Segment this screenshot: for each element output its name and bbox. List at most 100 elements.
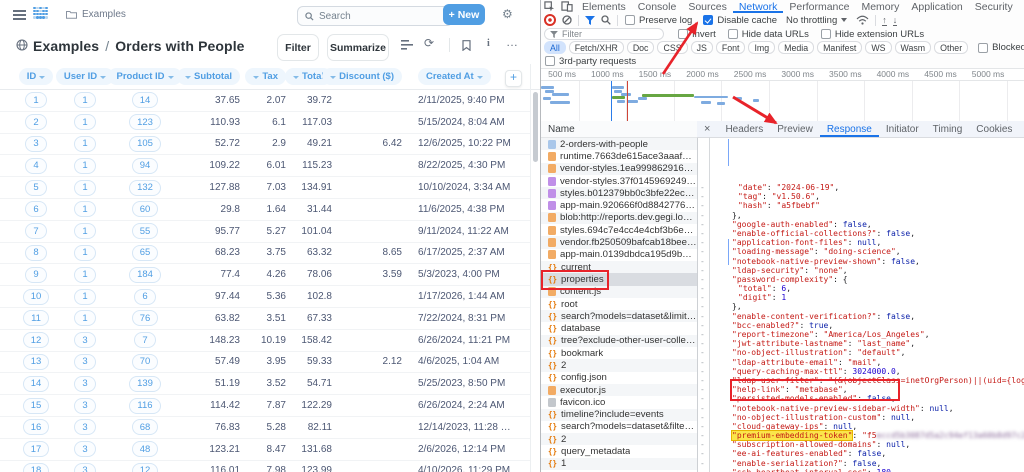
- column-header-pill[interactable]: Subtotal: [177, 68, 240, 85]
- id-pill[interactable]: 2: [25, 114, 47, 131]
- more-options-icon[interactable]: …: [506, 35, 519, 49]
- id-pill[interactable]: 60: [131, 201, 159, 218]
- type-filter-js[interactable]: JS: [690, 41, 713, 54]
- id-pill[interactable]: 68: [131, 419, 159, 436]
- id-pill[interactable]: 11: [23, 310, 49, 327]
- network-request-row[interactable]: {} config.json: [541, 372, 697, 384]
- throttling-dropdown[interactable]: No throttling: [786, 15, 848, 26]
- id-pill[interactable]: 48: [131, 441, 159, 458]
- id-pill[interactable]: 6: [134, 288, 156, 305]
- export-har-icon[interactable]: ↓: [892, 15, 898, 26]
- network-request-row[interactable]: {}tree?exclude-other-user-collections=t…: [541, 334, 697, 348]
- id-pill[interactable]: 65: [131, 244, 159, 261]
- table-row[interactable]: 9 1 184 77.4 4.26 78.06 3.59 5/3/2023, 4:00 PM: [0, 264, 530, 287]
- table-row[interactable]: 14 3 139 51.19 3.52 54.71 5/25/2023, 8:50 PM: [0, 373, 530, 396]
- devtools-tab-security[interactable]: Security: [969, 0, 1019, 13]
- id-pill[interactable]: 4: [25, 157, 47, 174]
- id-pill[interactable]: 1: [74, 92, 96, 109]
- table-row[interactable]: 5 1 132 127.88 7.03 134.91 10/10/2024, 3:34 AM: [0, 177, 530, 199]
- add-column-button[interactable]: +: [505, 70, 522, 87]
- network-request-row[interactable]: {}search?models=dataset&filter_items_…: [541, 421, 697, 433]
- table-row[interactable]: 4 1 94 109.22 6.01 115.23 8/22/2025, 4:30 PM: [0, 155, 530, 178]
- network-request-row[interactable]: {} 2: [541, 359, 697, 372]
- id-pill[interactable]: 12: [131, 462, 159, 472]
- devtools-tab-application[interactable]: Application: [905, 0, 968, 13]
- network-filter-input[interactable]: Filter: [544, 28, 664, 40]
- network-request-row[interactable]: favicon.ico: [541, 396, 697, 408]
- network-request-row[interactable]: {} search?models=dataset&limit=1: [541, 310, 697, 323]
- type-filter-manifest[interactable]: Manifest: [817, 41, 863, 54]
- detail-tab-cookies[interactable]: Cookies: [969, 121, 1019, 137]
- id-pill[interactable]: 1: [74, 310, 96, 327]
- id-pill[interactable]: 1: [74, 157, 96, 174]
- id-pill[interactable]: 5: [25, 179, 47, 196]
- table-row[interactable]: 11 1 76 63.82 3.51 67.33 7/22/2024, 8:31 PM: [0, 308, 530, 330]
- id-pill[interactable]: 14: [22, 375, 50, 392]
- id-pill[interactable]: 94: [131, 157, 159, 174]
- id-pill[interactable]: 3: [25, 135, 47, 152]
- new-button[interactable]: + New: [443, 4, 485, 25]
- id-pill[interactable]: 70: [131, 353, 159, 370]
- bookmark-icon[interactable]: [462, 40, 471, 51]
- id-pill[interactable]: 3: [74, 375, 96, 392]
- table-row[interactable]: 7 1 55 95.77 5.27 101.04 9/11/2024, 11:22 AM: [0, 221, 530, 243]
- response-json-viewer[interactable]: - "date": "2024-06-19", - "tag": "v1.50.6",…: [697, 137, 1024, 472]
- import-har-icon[interactable]: ↑: [882, 15, 887, 26]
- search-network-icon[interactable]: [601, 15, 611, 25]
- column-header-pill[interactable]: Created At: [418, 68, 491, 85]
- type-filter-wasm[interactable]: Wasm: [894, 41, 932, 54]
- devtools-tab-network[interactable]: Network: [733, 0, 784, 13]
- type-filter-css[interactable]: CSS: [657, 41, 688, 54]
- waterfall-overview[interactable]: [541, 80, 1024, 123]
- network-request-row[interactable]: styles.694c7e4cc4e4cbf3b6e7.js: [541, 224, 697, 236]
- id-pill[interactable]: 184: [129, 266, 161, 283]
- table-row[interactable]: 18 3 12 116.01 7.98 123.99 4/10/2026, 11:29 PM: [0, 461, 530, 472]
- id-pill[interactable]: 13: [22, 353, 50, 370]
- detail-tab-initiator[interactable]: Initiator: [879, 121, 926, 137]
- id-pill[interactable]: 16: [22, 419, 50, 436]
- column-header-pill[interactable]: Tax: [245, 68, 286, 85]
- devtools-tab-performance[interactable]: Performance: [783, 0, 855, 13]
- info-icon[interactable]: i: [487, 37, 490, 51]
- type-filter-doc[interactable]: Doc: [626, 41, 655, 54]
- table-row[interactable]: 1 1 14 37.65 2.07 39.72 2/11/2025, 9:40 PM: [0, 90, 530, 112]
- detail-tab-headers[interactable]: Headers: [718, 121, 770, 137]
- table-row[interactable]: 16 3 68 76.83 5.28 82.11 12/14/2023, 11:28 …: [0, 417, 530, 439]
- id-pill[interactable]: 3: [74, 353, 96, 370]
- table-row[interactable]: 13 3 70 57.49 3.95 59.33 2.12 4/6/2025, 1:04 AM: [0, 352, 530, 374]
- table-scrollbar[interactable]: [530, 64, 540, 472]
- id-pill[interactable]: 12: [22, 332, 50, 349]
- id-pill[interactable]: 132: [129, 179, 161, 196]
- breadcrumb[interactable]: Examples: [66, 9, 126, 20]
- id-pill[interactable]: 1: [74, 201, 96, 218]
- type-filter-ws[interactable]: WS: [865, 41, 892, 54]
- id-pill[interactable]: 1: [74, 266, 96, 283]
- hamburger-menu-icon[interactable]: [13, 10, 26, 12]
- preserve-log-checkbox[interactable]: [625, 15, 635, 25]
- table-row[interactable]: 3 1 105 52.72 2.9 49.21 6.42 12/6/2025, 10:22 P…: [0, 134, 530, 156]
- filter-button[interactable]: Filter: [277, 34, 319, 61]
- id-pill[interactable]: 1: [25, 92, 47, 109]
- id-pill[interactable]: 18: [22, 462, 50, 472]
- network-request-row[interactable]: 2-orders-with-people: [541, 138, 697, 151]
- id-pill[interactable]: 1: [74, 244, 96, 261]
- network-request-row[interactable]: {} 1: [541, 457, 697, 471]
- network-request-row[interactable]: vendor.fb250509bafcab18beeb.js: [541, 236, 697, 249]
- id-pill[interactable]: 3: [74, 419, 96, 436]
- disable-cache-checkbox[interactable]: [703, 15, 714, 25]
- network-request-row[interactable]: runtime.7663de615ace3aaafba3.js: [541, 150, 697, 162]
- id-pill[interactable]: 139: [129, 375, 161, 392]
- type-filter-fetch-xhr[interactable]: Fetch/XHR: [568, 41, 624, 54]
- id-pill[interactable]: 17: [22, 441, 50, 458]
- id-pill[interactable]: 3: [74, 462, 96, 472]
- devtools-tab-elements[interactable]: Elements: [576, 0, 632, 13]
- column-header-pill[interactable]: Product ID: [108, 68, 182, 85]
- network-request-row[interactable]: app-main.0139dbdca195d9be2588.js: [541, 249, 697, 261]
- refresh-icon[interactable]: ⟳: [424, 36, 434, 50]
- id-pill[interactable]: 1: [74, 179, 96, 196]
- clear-network-log-icon[interactable]: [562, 15, 572, 25]
- network-request-row[interactable]: app-main.920666f0d8842776f4c5.css: [541, 199, 697, 211]
- table-row[interactable]: 6 1 60 29.8 1.64 31.44 11/6/2025, 4:38 PM: [0, 199, 530, 221]
- id-pill[interactable]: 7: [25, 223, 47, 240]
- table-row[interactable]: 2 1 123 110.93 6.1 117.03 5/15/2024, 8:04 AM: [0, 112, 530, 134]
